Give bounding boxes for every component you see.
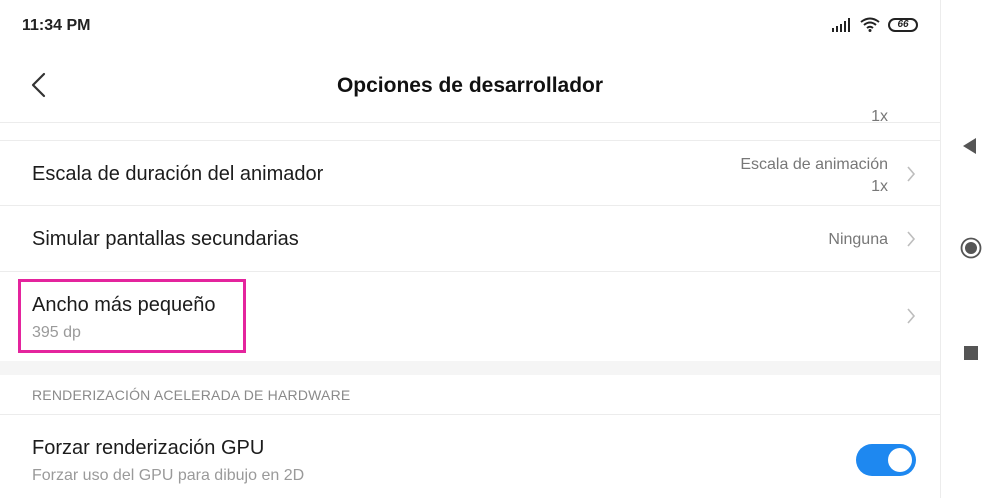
- home-circle-icon[interactable]: [960, 237, 982, 259]
- row-value-line2: 1x: [871, 178, 888, 195]
- status-bar: 11:34 PM 66: [0, 0, 940, 52]
- row-label: Escala de duración del animador: [32, 163, 324, 185]
- status-icons: 66: [832, 17, 918, 32]
- signal-icon: [832, 17, 850, 32]
- wifi-icon: [860, 17, 880, 32]
- section-divider: [0, 361, 940, 375]
- battery-icon: 66: [888, 17, 918, 32]
- chevron-right-icon: [907, 231, 916, 247]
- app-header: Opciones de desarrollador: [0, 52, 940, 123]
- row-value: Escala de animación 1x: [740, 154, 888, 198]
- chevron-right-icon: [907, 308, 916, 324]
- chevron-right-icon: [907, 166, 916, 182]
- highlight-box: [18, 279, 246, 353]
- partial-row-value: 1x: [871, 108, 888, 125]
- settings-screen: 11:34 PM 66 Opciones de desarrollador 1x: [0, 0, 940, 498]
- section-header: RENDERIZACIÓN ACELERADA DE HARDWARE: [32, 387, 351, 403]
- row-label: Forzar renderización GPU: [32, 437, 265, 459]
- status-time: 11:34 PM: [22, 17, 91, 34]
- row-force-gpu[interactable]: Forzar renderización GPU Forzar uso del …: [0, 415, 940, 498]
- toggle-knob: [888, 448, 912, 472]
- row-animator-duration[interactable]: Escala de duración del animador Escala d…: [0, 140, 940, 206]
- row-label: Simular pantallas secundarias: [32, 228, 299, 250]
- row-value-line1: Escala de animación: [740, 156, 888, 173]
- page-title: Opciones de desarrollador: [336, 74, 604, 97]
- gpu-toggle[interactable]: [856, 444, 916, 476]
- row-simulate-displays[interactable]: Simular pantallas secundarias Ninguna: [0, 206, 940, 272]
- system-nav-bar: [940, 0, 1000, 498]
- row-subtitle: Forzar uso del GPU para dibujo en 2D: [32, 467, 305, 484]
- back-triangle-icon[interactable]: [961, 137, 979, 155]
- recents-square-icon[interactable]: [963, 345, 979, 361]
- row-value: Ninguna: [828, 231, 888, 248]
